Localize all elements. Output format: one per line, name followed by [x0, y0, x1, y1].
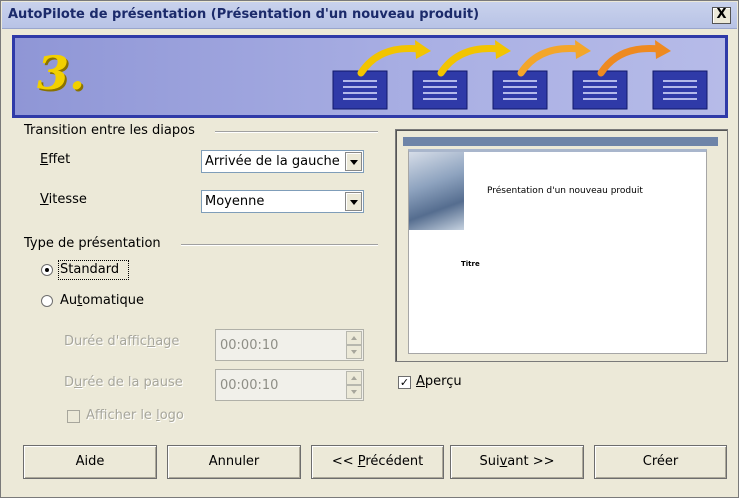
presentation-type-separator [181, 244, 378, 246]
preview-checkbox[interactable]: ✓ [398, 376, 411, 389]
effect-select-value: Arrivée de la gauche [205, 154, 340, 169]
step-arrow-icon [517, 45, 583, 77]
spin-down-icon[interactable] [346, 385, 362, 399]
create-button[interactable]: Créer [594, 445, 727, 479]
speed-select-value: Moyenne [205, 194, 265, 209]
show-logo-checkbox[interactable] [67, 410, 80, 423]
pause-duration-label: Durée de la pause [64, 375, 183, 390]
transition-group-separator [215, 131, 378, 133]
effect-select[interactable]: Arrivée de la gauche [201, 150, 364, 173]
effect-label: Effet [40, 152, 71, 167]
step-arrow-icon [357, 45, 423, 77]
step-arrowhead-icon [495, 40, 511, 59]
step-icons [332, 40, 708, 110]
autopilot-dialog: AutoPilote de présentation (Présentation… [0, 0, 739, 498]
spin-up-icon[interactable] [346, 331, 362, 345]
window-title: AutoPilote de présentation (Présentation… [8, 7, 480, 22]
help-button[interactable]: Aide [23, 445, 157, 479]
spin-down-icon[interactable] [346, 345, 362, 359]
spin-up-icon[interactable] [346, 371, 362, 385]
display-duration-value: 00:00:10 [220, 338, 279, 353]
preview-checkbox-label[interactable]: Aperçu [416, 374, 462, 389]
step-page-icon [492, 70, 548, 110]
step-page-icon [652, 70, 708, 110]
close-button[interactable]: X [712, 7, 731, 24]
step-banner: 3. [12, 35, 728, 118]
step-arrowhead-icon [415, 40, 431, 59]
step-arrow-icon [597, 45, 663, 77]
automatic-radio[interactable] [41, 295, 53, 307]
step-arrowhead-icon [655, 40, 671, 59]
preview-slide-title: Présentation d'un nouveau produit [487, 186, 643, 196]
cancel-button[interactable]: Annuler [167, 445, 301, 479]
presentation-type-title: Type de présentation [24, 236, 165, 251]
display-duration-label: Durée d'affichage [64, 334, 180, 349]
preview-slide-header-bar [403, 137, 718, 146]
pause-duration-value: 00:00:10 [220, 378, 279, 393]
automatic-label[interactable]: Automatique [60, 293, 144, 308]
step-progress-graphic [332, 40, 708, 110]
title-bar[interactable]: AutoPilote de présentation (Présentation… [2, 2, 737, 29]
transition-group-title: Transition entre les diapos [24, 123, 199, 138]
show-logo-label[interactable]: Afficher le logo [86, 408, 184, 423]
step-page-icon [412, 70, 468, 110]
chevron-down-icon[interactable] [345, 152, 362, 171]
preview-slide-subtitle: Titre [461, 260, 480, 268]
standard-radio[interactable] [41, 264, 53, 276]
step-page-icon [332, 70, 388, 110]
chevron-down-icon[interactable] [345, 192, 362, 211]
display-duration-spinner[interactable]: 00:00:10 [215, 329, 364, 361]
speed-select[interactable]: Moyenne [201, 190, 364, 213]
previous-button[interactable]: << Précédent [311, 445, 444, 479]
preview-slide: Présentation d'un nouveau produit Titre [408, 149, 707, 354]
next-button[interactable]: Suivant >> [450, 445, 584, 479]
step-page-icon [572, 70, 628, 110]
speed-label: Vitesse [40, 192, 87, 207]
standard-label[interactable]: Standard [60, 262, 119, 277]
step-arrow-icon [437, 45, 503, 77]
bridge-image [409, 152, 464, 230]
pause-duration-spinner[interactable]: 00:00:10 [215, 369, 364, 401]
step-arrowhead-icon [575, 40, 591, 59]
